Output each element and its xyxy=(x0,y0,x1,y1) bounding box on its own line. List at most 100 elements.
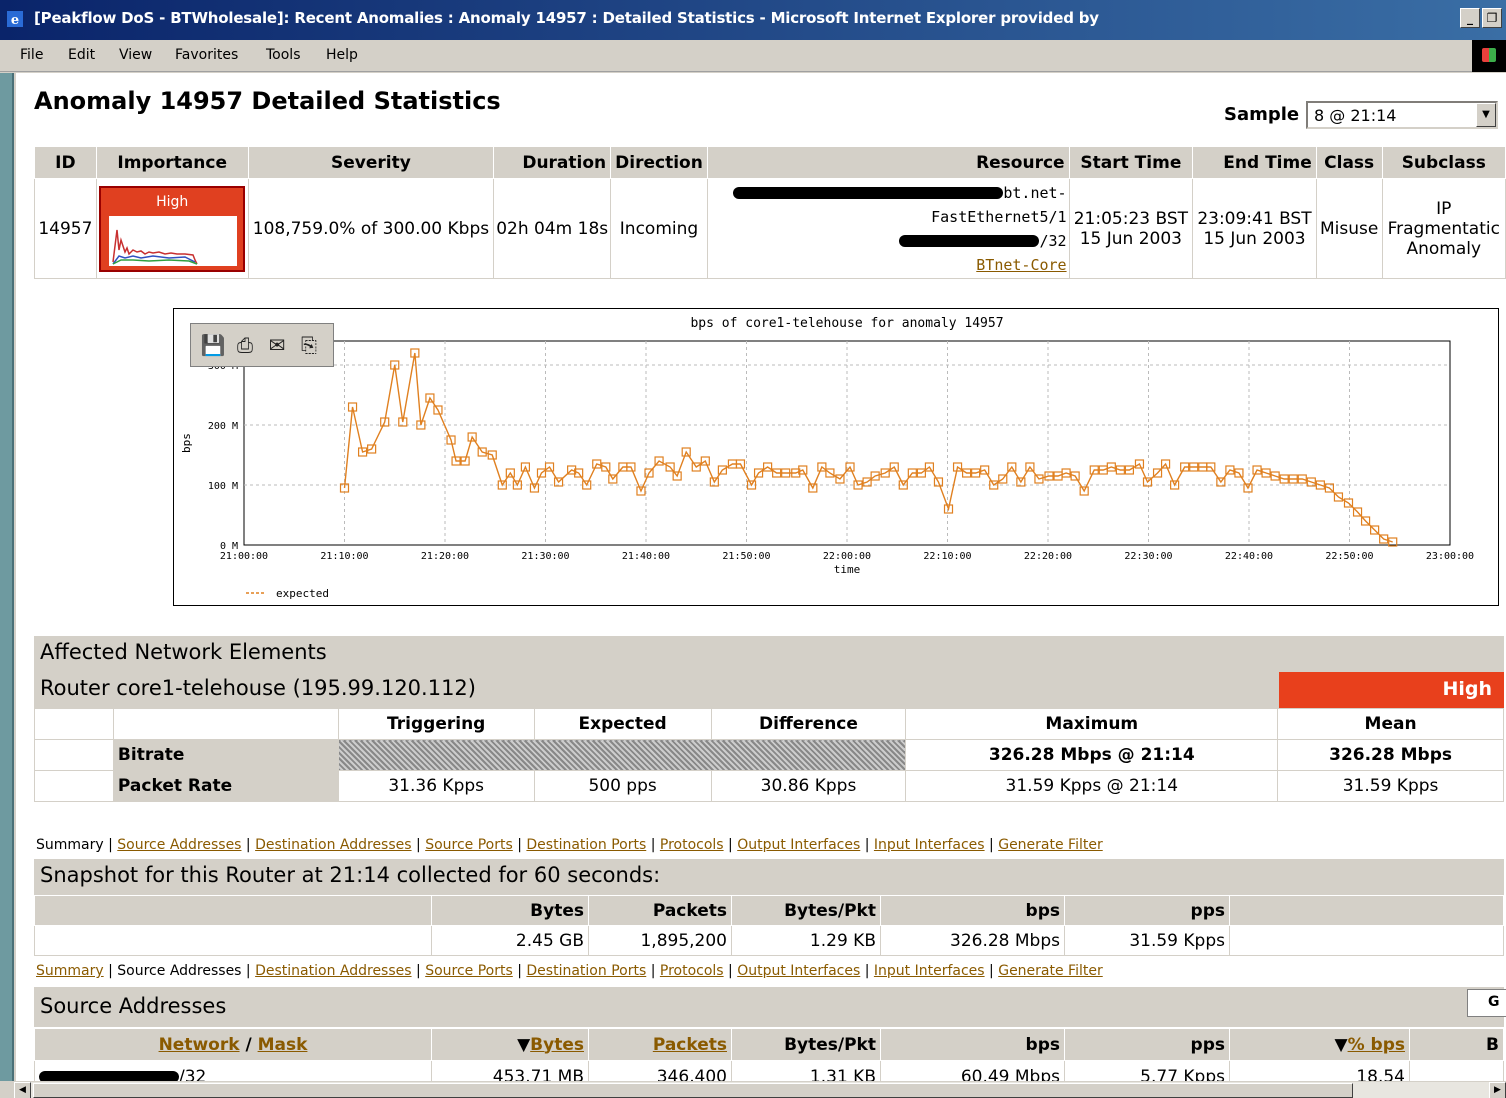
scroll-right-icon[interactable]: ▶ xyxy=(1489,1082,1506,1098)
col-mean: Mean xyxy=(1277,708,1504,740)
nav-output-interfaces[interactable]: Output Interfaces xyxy=(737,837,860,853)
nav-summary[interactable]: Summary xyxy=(36,963,104,979)
subclass-line3: Anomaly xyxy=(1406,238,1482,259)
packet-mean: 31.59 Kpps xyxy=(1277,770,1504,802)
email-icon[interactable]: ✉ xyxy=(263,333,291,357)
label-col xyxy=(112,708,339,740)
window-titlebar[interactable]: e [Peakflow DoS - BTWholesale]: Recent A… xyxy=(0,0,1506,40)
resource-link[interactable]: BTnet-Core xyxy=(976,256,1066,274)
duration-value: 02h 04m 18s xyxy=(493,178,612,279)
sort-desc-icon: ▼ xyxy=(1334,1034,1348,1055)
snapshot-bps: 326.28 Mbps xyxy=(880,925,1065,956)
source-network: /32 xyxy=(34,1060,432,1081)
y-tick-label: 200 M xyxy=(208,421,238,432)
restore-button[interactable]: ❐ xyxy=(1482,8,1502,28)
x-tick-label: 21:10:00 xyxy=(320,551,368,562)
col-more: B xyxy=(1409,1028,1504,1061)
empty-cell xyxy=(34,708,114,740)
sort-mask-link[interactable]: Mask xyxy=(258,1035,308,1055)
x-tick-label: 22:40:00 xyxy=(1225,551,1273,562)
source-addresses-title: Source Addresses xyxy=(34,987,1504,1027)
col-packets: Packets xyxy=(588,1028,732,1061)
horizontal-scrollbar[interactable]: ◀ ▶ xyxy=(14,1081,1506,1098)
report-nav-1: Summary | Source Addresses | Destination… xyxy=(36,837,1103,853)
resource-host: bt.net- xyxy=(1003,183,1067,202)
save-icon[interactable]: 💾 xyxy=(199,333,227,357)
importance-cell[interactable]: High xyxy=(95,178,249,279)
redaction-bar xyxy=(39,1070,179,1081)
nav-protocols[interactable]: Protocols xyxy=(660,837,724,853)
nav-destination-ports[interactable]: Destination Ports xyxy=(526,837,646,853)
empty-cell xyxy=(1229,925,1504,956)
menu-edit[interactable]: Edit xyxy=(68,47,95,63)
end-time-cell: 23:09:41 BST 15 Jun 2003 xyxy=(1192,178,1317,279)
nav-output-interfaces[interactable]: Output Interfaces xyxy=(737,963,860,979)
menu-file[interactable]: File xyxy=(20,47,43,63)
subclass-cell: IP Fragmentatic Anomaly xyxy=(1381,178,1506,279)
snapshot-pps: 31.59 Kpps xyxy=(1064,925,1230,956)
bitrate-mean: 326.28 Mbps xyxy=(1277,739,1504,771)
x-tick-label: 22:10:00 xyxy=(923,551,971,562)
chevron-down-icon[interactable]: ▼ xyxy=(1476,103,1496,127)
empty-cell xyxy=(34,770,114,802)
nav-destination-ports[interactable]: Destination Ports xyxy=(526,963,646,979)
go-button[interactable]: G xyxy=(1467,989,1506,1017)
resource-cell: bt.net- FastEthernet5/1 /32 BTnet-Core xyxy=(706,178,1070,279)
nav-source-addresses[interactable]: Source Addresses xyxy=(117,963,241,979)
x-tick-label: 21:40:00 xyxy=(622,551,670,562)
empty-cell xyxy=(1229,895,1504,926)
bps-chart: bps of core1-telehouse for anomaly 14957… xyxy=(173,308,1499,606)
anomaly-row: 14957 High 108,759.0% of 300.00 Kbps 02h… xyxy=(34,178,1506,279)
nav-summary[interactable]: Summary xyxy=(36,837,104,853)
nav-protocols[interactable]: Protocols xyxy=(660,963,724,979)
col-triggering: Triggering xyxy=(337,708,535,740)
packet-difference: 30.86 Kpps xyxy=(710,770,907,802)
nav-input-interfaces[interactable]: Input Interfaces xyxy=(874,837,985,853)
nav-generate-filter[interactable]: Generate Filter xyxy=(998,837,1103,853)
minimize-button[interactable]: _ xyxy=(1460,8,1480,28)
col-packets: Packets xyxy=(588,895,732,926)
scroll-thumb[interactable] xyxy=(33,1083,1353,1098)
nav-input-interfaces[interactable]: Input Interfaces xyxy=(874,963,985,979)
col-bps: bps xyxy=(880,895,1065,926)
sort-bytes-link[interactable]: Bytes xyxy=(530,1035,584,1055)
source-bytes: 453.71 MB xyxy=(431,1060,589,1081)
bitrate-maximum: 326.28 Mbps @ 21:14 xyxy=(905,739,1279,771)
anomaly-id: 14957 xyxy=(34,178,97,279)
print-icon[interactable]: ⎙ xyxy=(231,333,259,357)
nav-destination-addresses[interactable]: Destination Addresses xyxy=(255,837,411,853)
menu-tools[interactable]: Tools xyxy=(266,47,301,63)
bitrate-hatch xyxy=(337,739,907,771)
sort-pct-bps-link[interactable]: % bps xyxy=(1348,1035,1405,1055)
nav-destination-addresses[interactable]: Destination Addresses xyxy=(255,963,411,979)
source-packets: 346,400 xyxy=(588,1060,732,1081)
col-end-time: End Time xyxy=(1192,146,1317,179)
nav-source-ports[interactable]: Source Ports xyxy=(425,837,513,853)
export-icon[interactable]: ⎘ xyxy=(295,333,323,357)
subclass-line2: Fragmentatic xyxy=(1387,218,1500,239)
nav-source-addresses[interactable]: Source Addresses xyxy=(117,837,241,853)
snapshot-table: Bytes Packets Bytes/Pkt bps pps 2.45 GB … xyxy=(34,895,1504,956)
ie-icon: e xyxy=(7,11,23,28)
sort-network-link[interactable]: Network xyxy=(159,1035,240,1055)
importance-thumbnail[interactable]: High xyxy=(99,185,246,272)
scroll-left-icon[interactable]: ◀ xyxy=(14,1082,31,1098)
col-severity: Severity xyxy=(247,146,495,179)
svg-text:e: e xyxy=(11,13,19,28)
col-bytes: ▼Bytes xyxy=(431,1028,589,1061)
menu-view[interactable]: View xyxy=(119,47,152,63)
sort-packets-link[interactable]: Packets xyxy=(653,1035,727,1055)
redaction-bar xyxy=(899,235,1040,247)
sample-select[interactable]: 8 @ 21:14 ▼ xyxy=(1306,101,1498,129)
col-pps: pps xyxy=(1064,1028,1230,1061)
nav-generate-filter[interactable]: Generate Filter xyxy=(998,963,1103,979)
affected-table: Triggering Expected Difference Maximum M… xyxy=(34,708,1504,802)
menu-help[interactable]: Help xyxy=(326,47,358,63)
severity-value: 108,759.0% of 300.00 Kbps xyxy=(247,178,495,279)
empty-cell xyxy=(34,925,432,956)
col-class: Class xyxy=(1315,146,1383,179)
menu-favorites[interactable]: Favorites xyxy=(175,47,238,63)
col-start-time: Start Time xyxy=(1068,146,1194,179)
router-title: Router core1-telehouse (195.99.120.112) xyxy=(34,672,1279,708)
nav-source-ports[interactable]: Source Ports xyxy=(425,963,513,979)
